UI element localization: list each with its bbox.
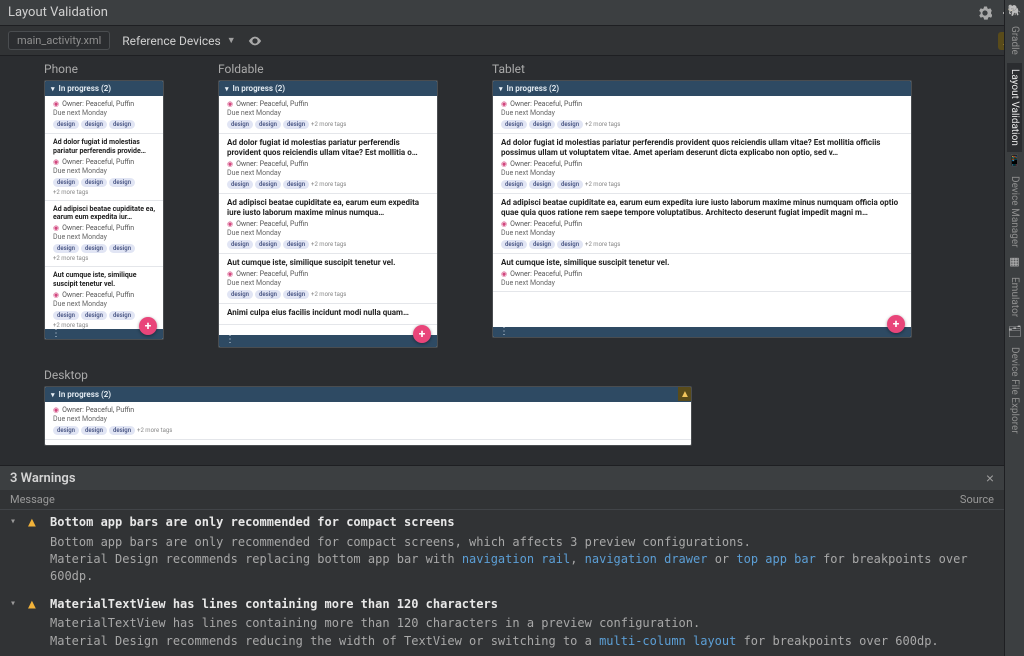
emulator-icon[interactable]: ▦ xyxy=(1008,255,1022,269)
device-preview-foldable[interactable]: ▾ In progress (2) Owner: Peaceful, Puffi… xyxy=(218,80,438,348)
link-navigation-drawer[interactable]: navigation drawer xyxy=(585,552,708,566)
warning-icon[interactable]: ▲ xyxy=(678,387,692,401)
warning-row[interactable]: ▾ ▲ Bottom app bars are only recommended… xyxy=(0,510,1004,592)
warnings-panel: 3 Warnings × Message Source ▾ ▲ Bottom a… xyxy=(0,465,1004,656)
device-manager-icon[interactable]: 📱 xyxy=(1008,154,1022,168)
fab-add-button[interactable]: + xyxy=(887,315,905,333)
list-item: Ad adipisci beatae cupiditate ea, earum … xyxy=(219,194,437,254)
list-item: Ad dolor fugiat id molestias pariatur pe… xyxy=(45,134,163,201)
gear-icon[interactable] xyxy=(978,6,992,20)
warning-icon: ▲ xyxy=(28,596,42,650)
list-item: Owner: Peaceful, Puffin Due next Monday … xyxy=(45,96,163,134)
rail-layout-validation[interactable]: Layout Validation xyxy=(1007,63,1022,152)
rail-emulator[interactable]: Emulator xyxy=(1007,271,1022,323)
device-label-foldable: Foldable xyxy=(218,62,438,76)
warning-title: MaterialTextView has lines containing mo… xyxy=(50,596,994,613)
fab-add-button[interactable]: + xyxy=(413,325,431,343)
list-item: Aut cumque iste, similique suscipit tene… xyxy=(493,254,911,292)
device-section-header: ▾ In progress (2) xyxy=(45,387,691,402)
chevron-down-icon: ▾ xyxy=(225,85,229,93)
warning-icon: ▲ xyxy=(28,514,42,586)
reference-devices-label: Reference Devices xyxy=(122,34,220,48)
bottom-app-bar: ⋮ xyxy=(219,335,437,347)
list-item: Owner: Peaceful, Puffin Due next Monday … xyxy=(45,402,691,440)
warnings-header: 3 Warnings × xyxy=(0,466,1004,490)
preview-viewport: Phone ▾ In progress (2) Owner: Peaceful,… xyxy=(0,56,1004,488)
warnings-columns: Message Source xyxy=(0,490,1004,510)
close-icon[interactable]: × xyxy=(986,470,994,486)
chevron-down-icon: ▾ xyxy=(499,85,503,93)
warning-row[interactable]: ▾ ▲ MaterialTextView has lines containin… xyxy=(0,592,1004,656)
right-tool-rail: 🐘 Gradle Layout Validation 📱 Device Mana… xyxy=(1004,0,1024,656)
warning-line: Bottom app bars are only recommended for… xyxy=(50,534,994,551)
link-top-app-bar[interactable]: top app bar xyxy=(736,552,815,566)
list-item: Ad adipisci beatae cupiditate ea, earum … xyxy=(45,201,163,268)
toolbar: main_activity.xml Reference Devices ▼ ▲ xyxy=(0,26,1024,56)
device-section-header: ▾ In progress (2) xyxy=(219,81,437,96)
warning-line: MaterialTextView has lines containing mo… xyxy=(50,615,994,632)
list-item: Ad dolor fugiat id molestias pariatur pe… xyxy=(219,134,437,194)
device-preview-phone[interactable]: ▾ In progress (2) Owner: Peaceful, Puffi… xyxy=(44,80,164,340)
rail-gradle[interactable]: Gradle xyxy=(1007,20,1022,61)
link-navigation-rail[interactable]: navigation rail xyxy=(462,552,570,566)
list-item: Ad dolor fugiat id molestias pariatur pe… xyxy=(493,134,911,194)
rail-device-manager[interactable]: Device Manager xyxy=(1007,170,1022,254)
chevron-down-icon: ▾ xyxy=(51,391,55,399)
list-item: Owner: Peaceful, Puffin Due next Monday … xyxy=(493,96,911,134)
chevron-down-icon[interactable]: ▾ xyxy=(10,514,20,586)
device-section-header: ▾ In progress (2) xyxy=(45,81,163,96)
list-item: Animi culpa eius facilis incidunt modi n… xyxy=(219,304,437,325)
device-section-header: ▾ In progress (2) xyxy=(493,81,911,96)
gradle-icon[interactable]: 🐘 xyxy=(1008,4,1022,18)
fab-add-button[interactable]: + xyxy=(139,317,157,335)
list-item: Owner: Peaceful, Puffin Due next Monday … xyxy=(219,96,437,134)
file-chip[interactable]: main_activity.xml xyxy=(8,31,110,50)
warning-line: Material Design recommends reducing the … xyxy=(50,633,994,650)
col-message: Message xyxy=(10,493,55,506)
chevron-down-icon: ▼ xyxy=(227,35,236,46)
title-bar: Layout Validation xyxy=(0,0,1024,26)
col-source: Source xyxy=(960,493,994,506)
device-label-desktop: Desktop xyxy=(44,368,692,382)
visibility-icon[interactable] xyxy=(248,34,262,48)
device-label-phone: Phone xyxy=(44,62,164,76)
chevron-down-icon: ▾ xyxy=(51,85,55,93)
device-preview-desktop[interactable]: ▲ ▾ In progress (2) Owner: Peaceful, Puf… xyxy=(44,386,692,446)
reference-devices-dropdown[interactable]: Reference Devices ▼ xyxy=(122,34,235,48)
link-multi-column-layout[interactable]: multi-column layout xyxy=(599,634,736,648)
list-item: Aut cumque iste, similique suscipit tene… xyxy=(219,254,437,304)
rail-device-file-explorer[interactable]: Device File Explorer xyxy=(1007,341,1022,440)
warning-line: Material Design recommends replacing bot… xyxy=(50,551,994,586)
list-item: Ad adipisci beatae cupiditate ea, earum … xyxy=(493,194,911,254)
title: Layout Validation xyxy=(8,5,108,20)
device-preview-tablet[interactable]: ▾ In progress (2) Owner: Peaceful, Puffi… xyxy=(492,80,912,338)
bottom-app-bar: ⋮ xyxy=(493,327,911,337)
warnings-title: 3 Warnings xyxy=(10,471,76,486)
device-label-tablet: Tablet xyxy=(492,62,912,76)
file-explorer-icon[interactable]: 🗂 xyxy=(1008,325,1022,339)
chevron-down-icon[interactable]: ▾ xyxy=(10,596,20,650)
warning-title: Bottom app bars are only recommended for… xyxy=(50,514,994,531)
